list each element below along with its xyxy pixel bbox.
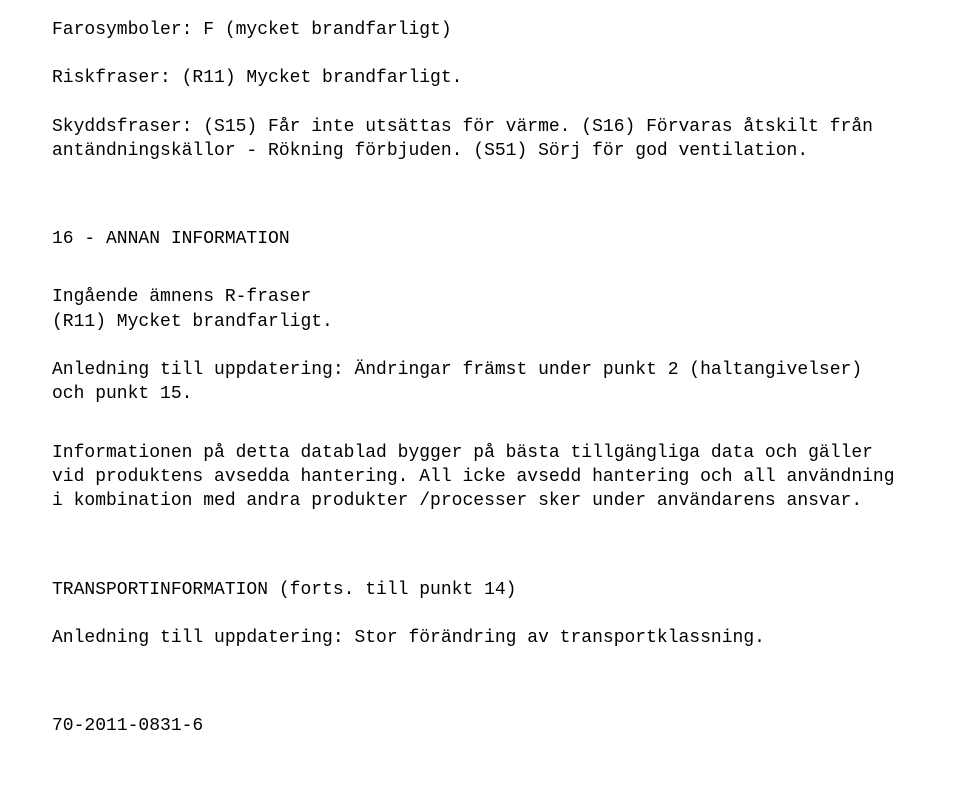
spacer [52,275,900,285]
riskfraser-line: Riskfraser: (R11) Mycket brandfarligt. [52,66,900,90]
ingaende-line-1: (R11) Mycket brandfarligt. [52,310,900,334]
farosymboler-line: Farosymboler: F (mycket brandfarligt) [52,18,900,42]
footer-code: 70-2011-0831-6 [52,714,900,738]
info-paragraph: Informationen på detta datablad bygger p… [52,441,900,514]
spacer [52,431,900,441]
spacer [52,674,900,714]
transport-heading: TRANSPORTINFORMATION (forts. till punkt … [52,578,900,602]
skyddsfraser-para: Skyddsfraser: (S15) Får inte utsättas fö… [52,115,900,164]
anledning-1: Anledning till uppdatering: Ändringar fr… [52,358,900,407]
ingaende-title: Ingående ämnens R-fraser [52,285,900,309]
section-16-heading: 16 - ANNAN INFORMATION [52,227,900,251]
spacer [52,538,900,578]
anledning-2: Anledning till uppdatering: Stor förändr… [52,626,900,650]
spacer [52,187,900,227]
